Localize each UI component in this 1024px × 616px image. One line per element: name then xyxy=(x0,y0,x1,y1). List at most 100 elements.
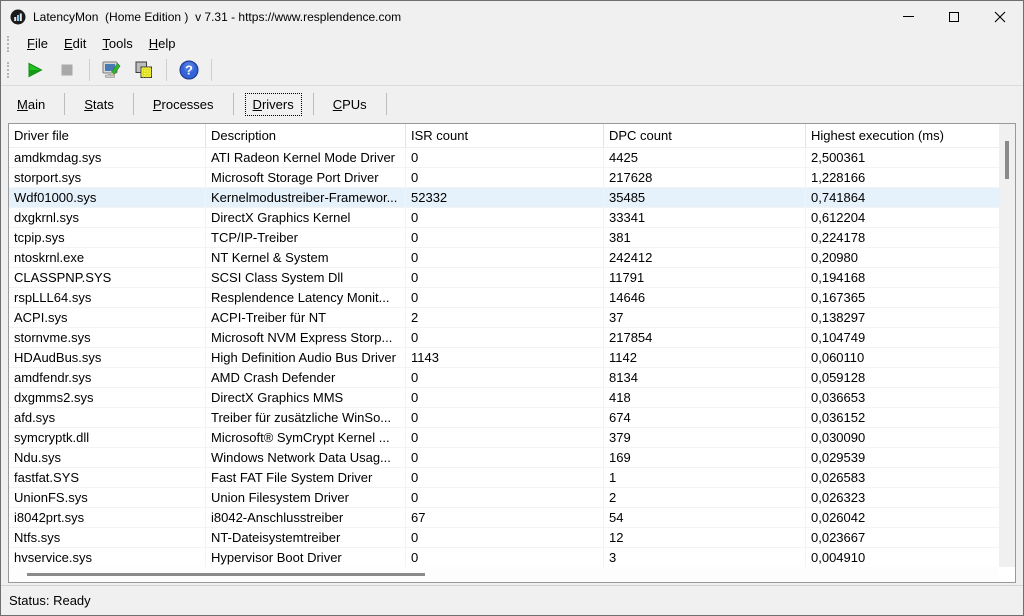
column-header[interactable]: Highest execution (ms) xyxy=(806,124,1001,147)
table-cell: DirectX Graphics MMS xyxy=(206,388,406,407)
menu-help[interactable]: Help xyxy=(141,34,184,53)
stop-button[interactable] xyxy=(53,57,81,83)
table-row[interactable]: symcryptk.dllMicrosoft® SymCrypt Kernel … xyxy=(9,428,999,448)
minimize-button[interactable] xyxy=(885,1,931,32)
table-cell: ATI Radeon Kernel Mode Driver xyxy=(206,148,406,167)
help-button[interactable]: ? xyxy=(175,57,203,83)
tab-stats[interactable]: Stats xyxy=(76,93,122,116)
table-row[interactable]: amdkmdag.sysATI Radeon Kernel Mode Drive… xyxy=(9,148,999,168)
column-header[interactable]: Driver file xyxy=(9,124,206,147)
tab-separator xyxy=(313,93,314,115)
table-cell: 0 xyxy=(406,208,604,227)
table-cell: 0,104749 xyxy=(806,328,999,347)
table-cell: rspLLL64.sys xyxy=(9,288,206,307)
table-cell: ntoskrnl.exe xyxy=(9,248,206,267)
column-header[interactable]: ISR count xyxy=(406,124,604,147)
table-cell: NT Kernel & System xyxy=(206,248,406,267)
table-cell: 1 xyxy=(604,468,806,487)
table-row[interactable]: tcpip.sysTCP/IP-Treiber03810,224178 xyxy=(9,228,999,248)
table-cell: symcryptk.dll xyxy=(9,428,206,447)
table-cell: Fast FAT File System Driver xyxy=(206,468,406,487)
table-cell: 0 xyxy=(406,368,604,387)
menu-edit[interactable]: Edit xyxy=(56,34,94,53)
table-cell: 0,224178 xyxy=(806,228,999,247)
analyze-button[interactable] xyxy=(98,57,126,83)
table-row[interactable]: Ndu.sysWindows Network Data Usag...01690… xyxy=(9,448,999,468)
table-cell: Windows Network Data Usag... xyxy=(206,448,406,467)
table-cell: Microsoft Storage Port Driver xyxy=(206,168,406,187)
table-cell: Union Filesystem Driver xyxy=(206,488,406,507)
table-cell: 1142 xyxy=(604,348,806,367)
status-bar: Status: Ready xyxy=(1,585,1023,615)
table-row[interactable]: dxgkrnl.sysDirectX Graphics Kernel033341… xyxy=(9,208,999,228)
vertical-scrollbar[interactable] xyxy=(999,124,1015,567)
horizontal-scrollbar[interactable] xyxy=(9,567,999,582)
table-cell: 1,228166 xyxy=(806,168,999,187)
table-cell: 0 xyxy=(406,408,604,427)
table-row[interactable]: HDAudBus.sysHigh Definition Audio Bus Dr… xyxy=(9,348,999,368)
table-row[interactable]: amdfendr.sysAMD Crash Defender081340,059… xyxy=(9,368,999,388)
horizontal-scrollbar-thumb[interactable] xyxy=(27,573,425,576)
windows-button[interactable] xyxy=(130,57,158,83)
table-cell: Treiber für zusätzliche WinSo... xyxy=(206,408,406,427)
tab-processes[interactable]: Processes xyxy=(145,93,222,116)
table-body: amdkmdag.sysATI Radeon Kernel Mode Drive… xyxy=(9,148,999,567)
maximize-icon xyxy=(949,12,959,22)
column-header[interactable]: Description xyxy=(206,124,406,147)
table-cell: High Definition Audio Bus Driver xyxy=(206,348,406,367)
table-cell: 0,036152 xyxy=(806,408,999,427)
vertical-scrollbar-thumb[interactable] xyxy=(1005,141,1009,179)
table-row[interactable]: storport.sysMicrosoft Storage Port Drive… xyxy=(9,168,999,188)
table-cell: 8134 xyxy=(604,368,806,387)
close-button[interactable] xyxy=(977,1,1023,32)
table-row[interactable]: ntoskrnl.exeNT Kernel & System02424120,2… xyxy=(9,248,999,268)
menu-file[interactable]: File xyxy=(19,34,56,53)
table-cell: 0,059128 xyxy=(806,368,999,387)
menubar: FileEditToolsHelp xyxy=(1,32,1023,55)
table-cell: 2 xyxy=(604,488,806,507)
table-row[interactable]: ACPI.sysACPI-Treiber für NT2370,138297 xyxy=(9,308,999,328)
table-row[interactable]: hvservice.sysHypervisor Boot Driver030,0… xyxy=(9,548,999,567)
maximize-button[interactable] xyxy=(931,1,977,32)
table-row[interactable]: afd.sysTreiber für zusätzliche WinSo...0… xyxy=(9,408,999,428)
table-cell: SCSI Class System Dll xyxy=(206,268,406,287)
table-cell: 0,026042 xyxy=(806,508,999,527)
table-row[interactable]: dxgmms2.sysDirectX Graphics MMS04180,036… xyxy=(9,388,999,408)
table-cell: 54 xyxy=(604,508,806,527)
table-cell: 0,741864 xyxy=(806,188,999,207)
table-cell: 0 xyxy=(406,548,604,567)
table-cell: 2 xyxy=(406,308,604,327)
table-cell: storport.sys xyxy=(9,168,206,187)
table-cell: 0,004910 xyxy=(806,548,999,567)
menu-tools[interactable]: Tools xyxy=(94,34,140,53)
play-icon xyxy=(25,60,45,80)
table-row[interactable]: UnionFS.sysUnion Filesystem Driver020,02… xyxy=(9,488,999,508)
table-row[interactable]: i8042prt.sysi8042-Anschlusstreiber67540,… xyxy=(9,508,999,528)
table-cell: 0 xyxy=(406,228,604,247)
table-row[interactable]: stornvme.sysMicrosoft NVM Express Storp.… xyxy=(9,328,999,348)
table-cell: DirectX Graphics Kernel xyxy=(206,208,406,227)
column-header[interactable]: DPC count xyxy=(604,124,806,147)
drivers-table: Driver fileDescriptionISR countDPC count… xyxy=(8,123,1016,583)
window-title: LatencyMon (Home Edition ) v 7.31 - http… xyxy=(33,10,401,24)
tab-cpus[interactable]: CPUs xyxy=(325,93,375,116)
table-cell: 0,026583 xyxy=(806,468,999,487)
table-cell: 0 xyxy=(406,488,604,507)
table-cell: 2,500361 xyxy=(806,148,999,167)
table-cell: amdfendr.sys xyxy=(9,368,206,387)
table-cell: i8042-Anschlusstreiber xyxy=(206,508,406,527)
table-row[interactable]: rspLLL64.sysResplendence Latency Monit..… xyxy=(9,288,999,308)
table-row[interactable]: Wdf01000.sysKernelmodustreiber-Framewor.… xyxy=(9,188,999,208)
table-row[interactable]: fastfat.SYSFast FAT File System Driver01… xyxy=(9,468,999,488)
tab-separator xyxy=(133,93,134,115)
svg-text:?: ? xyxy=(185,63,193,78)
table-cell: 67 xyxy=(406,508,604,527)
table-row[interactable]: CLASSPNP.SYSSCSI Class System Dll0117910… xyxy=(9,268,999,288)
tab-main[interactable]: Main xyxy=(9,93,53,116)
table-row[interactable]: Ntfs.sysNT-Dateisystemtreiber0120,023667 xyxy=(9,528,999,548)
table-cell: AMD Crash Defender xyxy=(206,368,406,387)
start-button[interactable] xyxy=(21,57,49,83)
table-cell: ACPI.sys xyxy=(9,308,206,327)
tab-drivers[interactable]: Drivers xyxy=(245,93,302,116)
table-cell: 0 xyxy=(406,168,604,187)
